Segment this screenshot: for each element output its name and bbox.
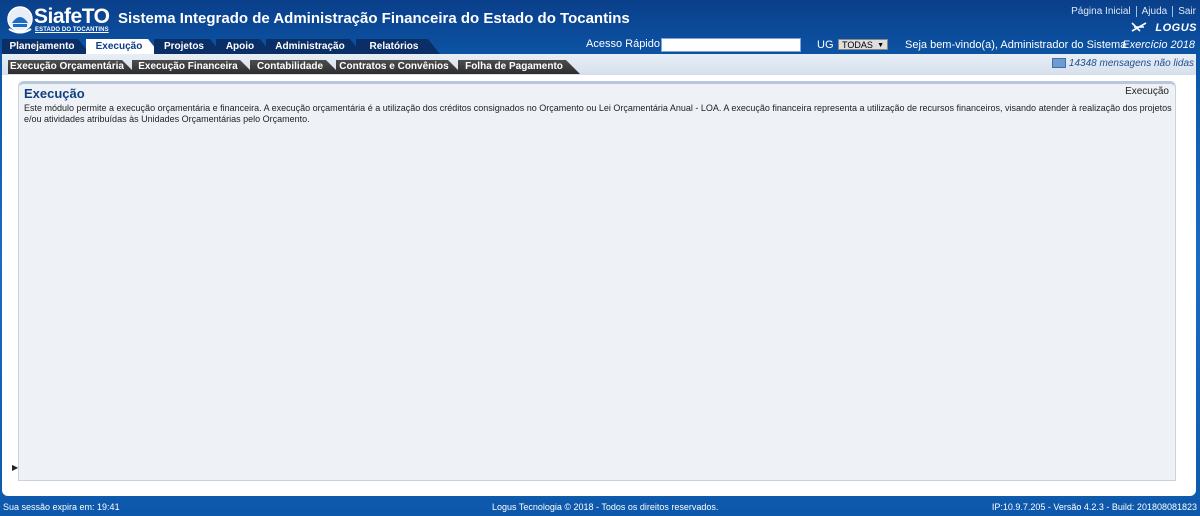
tab-apoio[interactable]: Apoio [216,39,272,54]
quick-access-input[interactable] [661,38,801,52]
subtab-contratos-convenios[interactable]: Contratos e Convênios [336,60,462,74]
unread-messages[interactable]: 14348 mensagens não lidas [1051,58,1194,69]
subtab-contabilidade[interactable]: Contabilidade [250,60,340,74]
expand-arrow-icon[interactable]: ▶ [12,463,18,472]
ug-selected-value: TODAS [842,40,873,50]
app-header: SiafeTO ESTADO DO TOCANTINS Sistema Inte… [0,0,1200,40]
exercise-year: Exercício 2018 [1122,39,1195,51]
quick-access-label: Acesso Rápido [586,38,660,50]
brand-name: SiafeTO [34,5,110,28]
content-panel [18,81,1176,481]
footer: Sua sessão expira em: 19:41 Logus Tecnol… [0,498,1200,516]
tab-relatorios[interactable]: Relatórios [356,39,440,54]
top-links: Página Inicial Ajuda Sair [1071,6,1196,17]
chevron-down-icon: ▼ [877,42,884,49]
brand-subtitle: ESTADO DO TOCANTINS [35,27,109,33]
state-seal-icon [7,6,33,34]
logout-link[interactable]: Sair [1178,6,1196,17]
page-title: Execução [24,86,85,101]
session-expiry: Sua sessão expira em: 19:41 [3,502,120,512]
vendor-logo: LOGUS [1155,22,1197,34]
unread-messages-text: 14348 mensagens não lidas [1068,58,1194,69]
welcome-text: Seja bem-vindo(a), Administrador do Sist… [905,39,1127,51]
tab-projetos[interactable]: Projetos [154,39,222,54]
module-description: Este módulo permite a execução orçamentá… [24,103,1172,124]
sub-nav: Execução Orçamentária Execução Financeir… [2,54,1196,75]
tab-execucao[interactable]: Execução [86,39,160,54]
ug-label: UG [817,39,834,51]
ug-select[interactable]: TODAS ▼ [838,39,888,50]
app-title: Sistema Integrado de Administração Finan… [118,10,630,27]
build-info: IP:10.9.7.205 - Versão 4.2.3 - Build: 20… [991,502,1197,512]
subtab-folha-pagamento[interactable]: Folha de Pagamento [458,60,580,74]
logus-logo-icon [1131,22,1147,32]
tab-planejamento[interactable]: Planejamento [2,39,90,54]
help-link[interactable]: Ajuda [1142,6,1168,17]
subtab-execucao-financeira[interactable]: Execução Financeira [132,60,254,74]
copyright: Logus Tecnologia © 2018 - Todos os direi… [492,502,719,512]
breadcrumb: Execução [1125,86,1169,97]
tab-administracao[interactable]: Administração [266,39,362,54]
home-link[interactable]: Página Inicial [1071,6,1130,17]
subtab-execucao-orcamentaria[interactable]: Execução Orçamentária [8,60,136,74]
envelope-icon [1051,58,1066,69]
